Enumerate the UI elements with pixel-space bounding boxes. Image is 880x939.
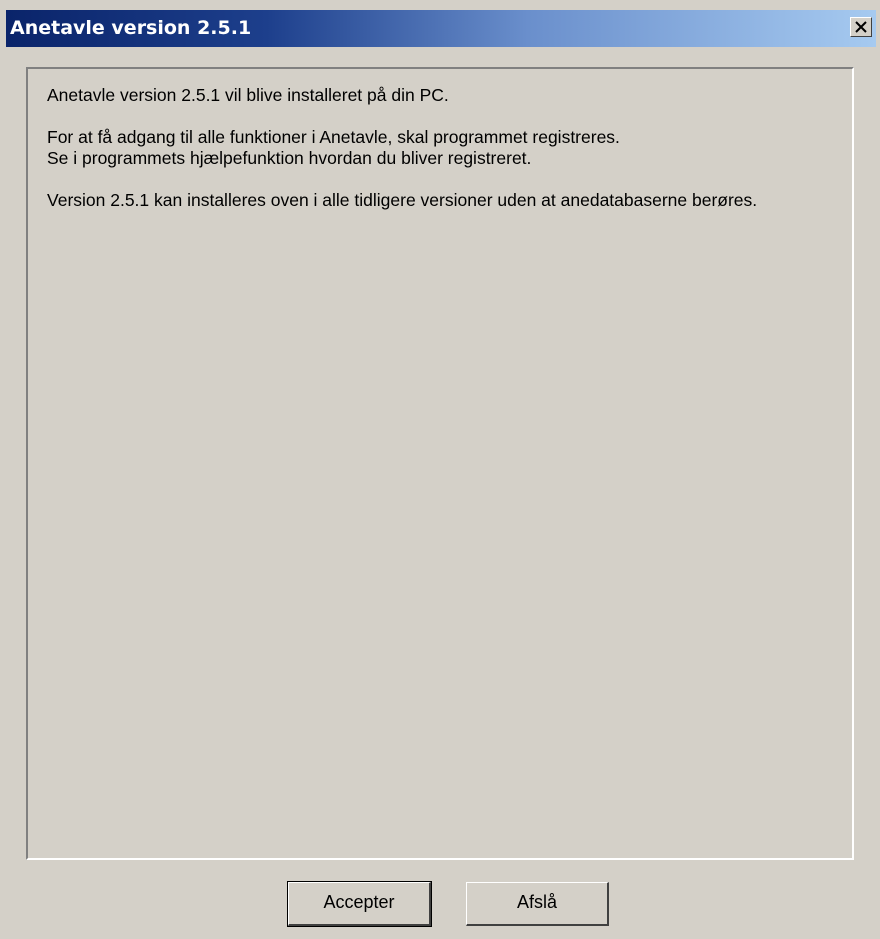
message-line: Se i programmets hjælpefunktion hvordan … <box>47 148 532 168</box>
message-paragraph: Version 2.5.1 kan installeres oven i all… <box>47 190 758 210</box>
message-text-area[interactable]: Anetavle version 2.5.1 vil blive install… <box>26 67 854 860</box>
decline-button[interactable]: Afslå <box>466 882 609 926</box>
close-icon <box>855 21 867 33</box>
dialog-window: Anetavle version 2.5.1 Anetavle version … <box>0 0 880 939</box>
message-line: For at få adgang til alle funktioner i A… <box>47 127 620 147</box>
accept-button[interactable]: Accepter <box>287 881 432 927</box>
message-paragraph: Anetavle version 2.5.1 vil blive install… <box>47 85 449 105</box>
message-paragraph: For at få adgang til alle funktioner i A… <box>47 127 832 169</box>
title-bar[interactable]: Anetavle version 2.5.1 <box>6 10 876 47</box>
window-title: Anetavle version 2.5.1 <box>10 17 252 39</box>
close-button[interactable] <box>850 17 872 37</box>
